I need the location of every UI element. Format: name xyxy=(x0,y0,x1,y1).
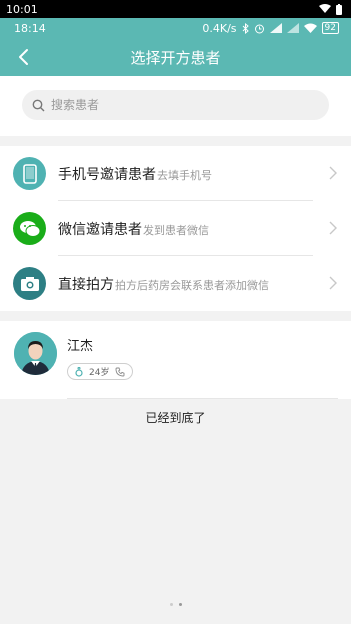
phone-call-icon[interactable] xyxy=(115,367,125,377)
patient-tag: 24岁 xyxy=(67,363,134,380)
male-icon xyxy=(75,366,83,377)
device-status-bar: 10:01 xyxy=(0,0,351,18)
patient-name: 江杰 xyxy=(67,339,94,354)
alarm-icon xyxy=(254,24,264,33)
invite-by-wechat[interactable]: 微信邀请患者 发到患者微信 xyxy=(0,201,351,256)
invite-label: 手机号邀请患者 xyxy=(58,166,156,183)
invite-hint: 发到患者微信 xyxy=(143,223,209,237)
battery-level: 92 xyxy=(321,22,339,34)
wifi-icon xyxy=(303,23,317,33)
header: 选择开方患者 xyxy=(0,38,351,76)
page-dot-active xyxy=(178,603,182,606)
patient-age: 24岁 xyxy=(89,368,110,378)
page-dot xyxy=(169,603,173,606)
battery-icon xyxy=(336,3,342,15)
wechat-icon-badge xyxy=(13,212,46,245)
invite-text: 手机号邀请患者 去填手机号 xyxy=(58,164,212,184)
device-status-icons xyxy=(319,3,343,15)
page-title: 选择开方患者 xyxy=(130,48,221,67)
invite-by-phone[interactable]: 手机号邀请患者 去填手机号 xyxy=(0,146,351,201)
section-gap xyxy=(0,136,351,146)
chevron-right-icon xyxy=(329,276,337,290)
phone-icon xyxy=(22,163,37,184)
invite-options: 手机号邀请患者 去填手机号 微信邀请患者 发到患者微信 直接拍方 拍方后药房会联… xyxy=(0,146,351,311)
wechat-icon xyxy=(19,220,40,237)
app-status-bar: 18:14 0.4K/s 92 xyxy=(0,18,351,38)
device-time: 10:01 xyxy=(6,2,38,16)
invite-label: 直接拍方 xyxy=(58,276,114,293)
signal-icon xyxy=(269,23,282,33)
invite-text: 直接拍方 拍方后药房会联系患者添加微信 xyxy=(58,274,269,294)
section-gap xyxy=(0,311,351,321)
signal-icon-2 xyxy=(286,23,299,33)
chevron-right-icon xyxy=(329,166,337,180)
patient-list: 江杰 24岁 xyxy=(0,321,351,399)
invite-text: 微信邀请患者 发到患者微信 xyxy=(58,219,209,239)
search-input[interactable] xyxy=(51,98,291,112)
list-item[interactable]: 江杰 24岁 xyxy=(0,321,351,399)
app-status-time: 18:14 xyxy=(14,21,46,35)
search-icon xyxy=(32,99,45,111)
search-section xyxy=(0,76,351,136)
camera-icon xyxy=(20,276,39,291)
wifi-icon xyxy=(319,4,331,13)
phone-icon-badge xyxy=(13,157,46,190)
divider xyxy=(67,398,338,399)
network-speed: 0.4K/s xyxy=(202,21,237,35)
invite-hint: 拍方后药房会联系患者添加微信 xyxy=(115,278,269,292)
app-status-icons: 0.4K/s 92 xyxy=(202,22,339,35)
page-indicator xyxy=(0,603,351,606)
bluetooth-icon xyxy=(242,22,249,34)
avatar xyxy=(14,332,57,375)
camera-icon-badge xyxy=(13,267,46,300)
patient-info: 江杰 24岁 xyxy=(67,332,134,399)
avatar-icon xyxy=(14,332,57,375)
chevron-right-icon xyxy=(329,221,337,235)
list-end-text: 已经到底了 xyxy=(145,411,206,425)
direct-photo-prescription[interactable]: 直接拍方 拍方后药房会联系患者添加微信 xyxy=(0,256,351,311)
search-box[interactable] xyxy=(22,90,329,120)
invite-hint: 去填手机号 xyxy=(157,168,212,182)
back-arrow-icon[interactable] xyxy=(14,47,34,67)
invite-label: 微信邀请患者 xyxy=(58,221,142,238)
